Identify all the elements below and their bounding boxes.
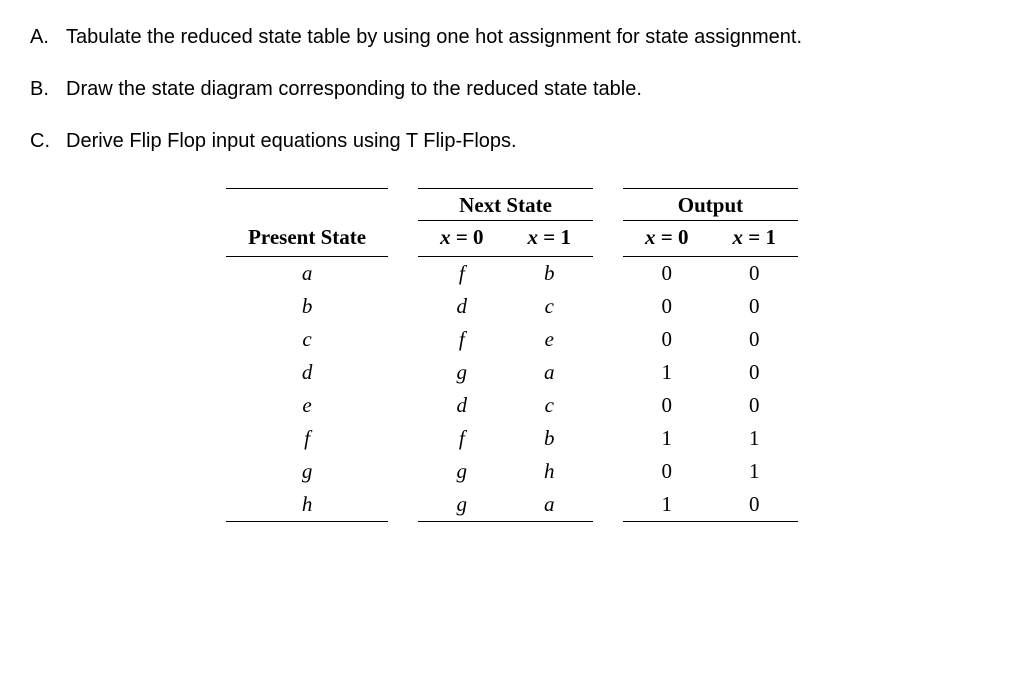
- table-row: a f b 0 0: [226, 257, 798, 291]
- table-row: e d c 0 0: [226, 389, 798, 422]
- cell-ns1: b: [506, 257, 593, 291]
- cell-ns0: f: [418, 257, 505, 291]
- cell-out0: 0: [623, 323, 710, 356]
- question-list: A. Tabulate the reduced state table by u…: [30, 20, 994, 158]
- table-row: c f e 0 0: [226, 323, 798, 356]
- cell-ns1: a: [506, 488, 593, 522]
- question-item-a: A. Tabulate the reduced state table by u…: [30, 20, 994, 54]
- cell-ps: a: [226, 257, 388, 291]
- question-label: B.: [30, 72, 66, 106]
- cell-ns1: c: [506, 389, 593, 422]
- question-item-c: C. Derive Flip Flop input equations usin…: [30, 124, 994, 158]
- cell-ps: d: [226, 356, 388, 389]
- header-next-state: Next State: [418, 189, 593, 221]
- cell-ps: f: [226, 422, 388, 455]
- question-text: Derive Flip Flop input equations using T…: [66, 124, 994, 158]
- header-x1-ns: x = 1: [506, 221, 593, 257]
- state-table-wrap: Next State Output Present State x = 0 x …: [30, 188, 994, 522]
- state-table: Next State Output Present State x = 0 x …: [226, 188, 798, 522]
- cell-ps: h: [226, 488, 388, 522]
- table-row: h g a 1 0: [226, 488, 798, 522]
- cell-ns1: h: [506, 455, 593, 488]
- question-item-b: B. Draw the state diagram corresponding …: [30, 72, 994, 106]
- cell-ns1: c: [506, 290, 593, 323]
- table-row: b d c 0 0: [226, 290, 798, 323]
- header-x0-ns: x = 0: [418, 221, 505, 257]
- cell-ps: b: [226, 290, 388, 323]
- cell-out1: 0: [710, 290, 797, 323]
- header-output: Output: [623, 189, 798, 221]
- cell-ns0: g: [418, 455, 505, 488]
- header-x0-out: x = 0: [623, 221, 710, 257]
- cell-ns0: f: [418, 422, 505, 455]
- cell-out0: 0: [623, 290, 710, 323]
- cell-out1: 1: [710, 455, 797, 488]
- cell-out0: 1: [623, 488, 710, 522]
- cell-out1: 0: [710, 488, 797, 522]
- table-row: f f b 1 1: [226, 422, 798, 455]
- cell-ns1: b: [506, 422, 593, 455]
- cell-ps: g: [226, 455, 388, 488]
- cell-ps: c: [226, 323, 388, 356]
- table-row: d g a 1 0: [226, 356, 798, 389]
- cell-ns0: d: [418, 290, 505, 323]
- question-label: C.: [30, 124, 66, 158]
- cell-ns1: a: [506, 356, 593, 389]
- header-present-state: Present State: [226, 221, 388, 257]
- cell-out0: 0: [623, 257, 710, 291]
- question-text: Tabulate the reduced state table by usin…: [66, 20, 994, 54]
- cell-ps: e: [226, 389, 388, 422]
- cell-out0: 0: [623, 455, 710, 488]
- cell-ns1: e: [506, 323, 593, 356]
- cell-out1: 0: [710, 356, 797, 389]
- cell-out1: 0: [710, 323, 797, 356]
- question-text: Draw the state diagram corresponding to …: [66, 72, 994, 106]
- cell-ns0: d: [418, 389, 505, 422]
- table-row: g g h 0 1: [226, 455, 798, 488]
- cell-ns0: g: [418, 488, 505, 522]
- header-x1-out: x = 1: [710, 221, 797, 257]
- cell-out1: 1: [710, 422, 797, 455]
- cell-out0: 0: [623, 389, 710, 422]
- cell-ns0: g: [418, 356, 505, 389]
- cell-out0: 1: [623, 356, 710, 389]
- cell-out1: 0: [710, 257, 797, 291]
- cell-out1: 0: [710, 389, 797, 422]
- cell-ns0: f: [418, 323, 505, 356]
- cell-out0: 1: [623, 422, 710, 455]
- question-label: A.: [30, 20, 66, 54]
